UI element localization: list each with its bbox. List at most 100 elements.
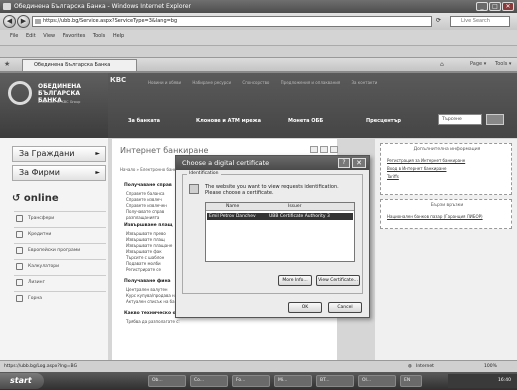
leasing-icon bbox=[16, 279, 23, 286]
sidebar-item-leasing[interactable]: Лизинг bbox=[14, 275, 106, 289]
search-input[interactable]: Live Search bbox=[450, 16, 510, 27]
link-national-market[interactable]: Национален банков пазар (Гаранция ЛИБОР) bbox=[387, 214, 483, 219]
page-title: Интернет банкиране bbox=[120, 146, 209, 155]
forward-button[interactable]: ▶ bbox=[17, 15, 30, 28]
start-button[interactable]: start bbox=[0, 373, 44, 389]
section-heading: Получаване фина bbox=[124, 279, 171, 284]
menu-tools[interactable]: Tools bbox=[93, 33, 105, 39]
certificate-dialog: Choose a digital certificate ? ✕ Identif… bbox=[175, 155, 370, 318]
menu: File Edit View Favorites Tools Help bbox=[10, 33, 130, 39]
top-link-news[interactable]: Новини и обяви bbox=[148, 80, 181, 85]
zoom-level[interactable]: 100% bbox=[484, 361, 497, 372]
certificate-name: Emil Petrov Danchev bbox=[209, 214, 256, 219]
back-button[interactable]: ◀ bbox=[3, 15, 16, 28]
refresh-icon[interactable]: ⟳ bbox=[436, 17, 441, 24]
sidebar-item-calculators[interactable]: Калкулатори bbox=[14, 259, 106, 273]
status-url: https://ubb.bg/Log.aspx?lng=BG bbox=[4, 364, 78, 369]
sidebar-item-eu-programs[interactable]: Европейски програми bbox=[14, 243, 106, 257]
menu-view[interactable]: View bbox=[43, 33, 55, 39]
link-tariffs[interactable]: Tariffs bbox=[387, 174, 399, 179]
top-link-contacts[interactable]: За контакти bbox=[351, 80, 377, 85]
taskbar-item[interactable]: Fo... bbox=[232, 375, 270, 387]
column-issuer[interactable]: Issuer bbox=[288, 204, 302, 209]
link-login-ebanking[interactable]: Вход в Интернет банкиране bbox=[387, 166, 446, 171]
taskbar-item[interactable]: BT... bbox=[316, 375, 354, 387]
online-icon: ↺ bbox=[12, 193, 21, 204]
globe-icon bbox=[16, 295, 23, 302]
sidebar-item-other[interactable]: Горна bbox=[14, 291, 106, 305]
clock[interactable]: 16:40 bbox=[498, 378, 511, 383]
taskbar-item[interactable]: Co... bbox=[190, 375, 228, 387]
language-indicator[interactable]: EN bbox=[400, 375, 422, 387]
bank-logo[interactable]: ОБЕДИНЕНА БЪЛГАРСКА БАНКА A Member of KB… bbox=[0, 73, 108, 138]
column-name[interactable]: Name bbox=[226, 204, 239, 209]
bullet-list: Трябва да разполагате с: bbox=[126, 319, 180, 324]
menu-file[interactable]: File bbox=[10, 33, 18, 39]
dialog-help-button[interactable]: ? bbox=[338, 158, 350, 168]
email-icon[interactable] bbox=[330, 146, 338, 153]
section-companies[interactable]: За Фирми ► bbox=[12, 165, 106, 181]
status-bar: https://ubb.bg/Log.aspx?lng=BG ◍ Interne… bbox=[0, 360, 517, 372]
nav-about-bank[interactable]: За банката bbox=[128, 118, 160, 124]
dialog-close-button[interactable]: ✕ bbox=[352, 158, 366, 168]
section-citizens[interactable]: За Граждани ► bbox=[12, 146, 106, 162]
menu-help[interactable]: Help bbox=[113, 33, 124, 39]
ok-button[interactable]: OK bbox=[288, 302, 322, 313]
kbc-mark: КВС bbox=[110, 76, 127, 84]
bank-tagline: A Member of KBC Group bbox=[38, 100, 81, 104]
tools-menu[interactable]: Tools ▾ bbox=[495, 61, 511, 67]
quick-links-box: Бързи връзки Национален банков пазар (Га… bbox=[380, 199, 512, 229]
taskbar-item[interactable]: Mi... bbox=[274, 375, 312, 387]
favorites-star-icon[interactable]: ★ bbox=[4, 60, 10, 68]
site-search-input[interactable]: Търсене bbox=[438, 114, 482, 125]
print-icon[interactable] bbox=[310, 146, 318, 153]
home-icon[interactable]: ⌂ bbox=[440, 61, 444, 68]
certificate-list-header: Name Issuer bbox=[206, 203, 354, 211]
menu-bar: File Edit View Favorites Tools Help bbox=[0, 30, 517, 46]
ie-icon bbox=[3, 3, 11, 10]
taskbar: start Ob... Co... Fo... Mi... BT... Ol..… bbox=[0, 372, 517, 390]
bullet-list: Извършвате прево Извършвате плащ Извършв… bbox=[126, 231, 173, 272]
tab-label: Обединена Българска Банка bbox=[34, 62, 111, 68]
taskbar-item[interactable]: Ol... bbox=[358, 375, 396, 387]
menu-favorites[interactable]: Favorites bbox=[63, 33, 86, 39]
sidebar-item-credits[interactable]: Кредитни bbox=[14, 227, 106, 241]
cancel-button[interactable]: Cancel bbox=[328, 302, 362, 313]
nav-coin[interactable]: Монета ОББ bbox=[288, 118, 323, 124]
window-title-bar: Обединена Българска Банка - Windows Inte… bbox=[0, 0, 517, 13]
sidebar-item-transfers[interactable]: Трансфери bbox=[14, 211, 106, 225]
nav-branches-atm[interactable]: Клонове и АТМ мрежа bbox=[196, 118, 261, 124]
page-menu[interactable]: Page ▾ bbox=[470, 61, 486, 67]
font-size-icon[interactable] bbox=[320, 146, 328, 153]
menu-edit[interactable]: Edit bbox=[26, 33, 36, 39]
identification-group: Identification The website you want to v… bbox=[182, 171, 363, 294]
certificate-row[interactable]: Emil Petrov Danchev UBB Certificate Auth… bbox=[207, 213, 353, 220]
top-link-feedback[interactable]: Предложения и оплаквания bbox=[281, 80, 341, 85]
top-link-sponsorship[interactable]: Спонсорство bbox=[242, 80, 269, 85]
more-info-button[interactable]: More Info... bbox=[278, 275, 312, 286]
page-icon bbox=[35, 19, 41, 24]
globe-icon: ◍ bbox=[408, 364, 412, 369]
certificate-issuer: UBB Certificate Authority 3 bbox=[269, 214, 330, 219]
section-heading: Извършване плащ bbox=[124, 223, 173, 228]
certificate-list: Name Issuer Emil Petrov Danchev UBB Cert… bbox=[205, 202, 355, 262]
nav-press[interactable]: Пресцентър bbox=[366, 118, 401, 124]
top-link-careers[interactable]: Набиране ресурси bbox=[192, 80, 231, 85]
info-box-title: Допълнителна информация bbox=[413, 147, 481, 152]
section-heading: Получаване справ bbox=[124, 183, 172, 188]
transfer-icon bbox=[16, 215, 23, 222]
site-header: КВС Новини и обяви Набиране ресурси Спон… bbox=[108, 73, 517, 138]
window-title: Обединена Българска Банка - Windows Inte… bbox=[14, 3, 192, 10]
site-search-button[interactable] bbox=[486, 114, 504, 125]
address-bar[interactable]: https://ubb.bg/Service.aspx?ServiceType=… bbox=[32, 16, 432, 27]
online-heading: ↺ online bbox=[12, 193, 59, 204]
view-certificate-button[interactable]: View Certificate... bbox=[316, 275, 360, 286]
security-zone[interactable]: Internet bbox=[416, 361, 434, 372]
close-button[interactable]: ✕ bbox=[502, 2, 514, 11]
eu-icon bbox=[16, 247, 23, 254]
minimize-button[interactable]: _ bbox=[476, 2, 488, 11]
maximize-button[interactable]: □ bbox=[489, 2, 501, 11]
taskbar-item[interactable]: Ob... bbox=[148, 375, 186, 387]
link-register-ebanking[interactable]: Регистрация за Интернет банкиране bbox=[387, 158, 465, 163]
browser-tab[interactable]: Обединена Българска Банка bbox=[22, 59, 137, 71]
